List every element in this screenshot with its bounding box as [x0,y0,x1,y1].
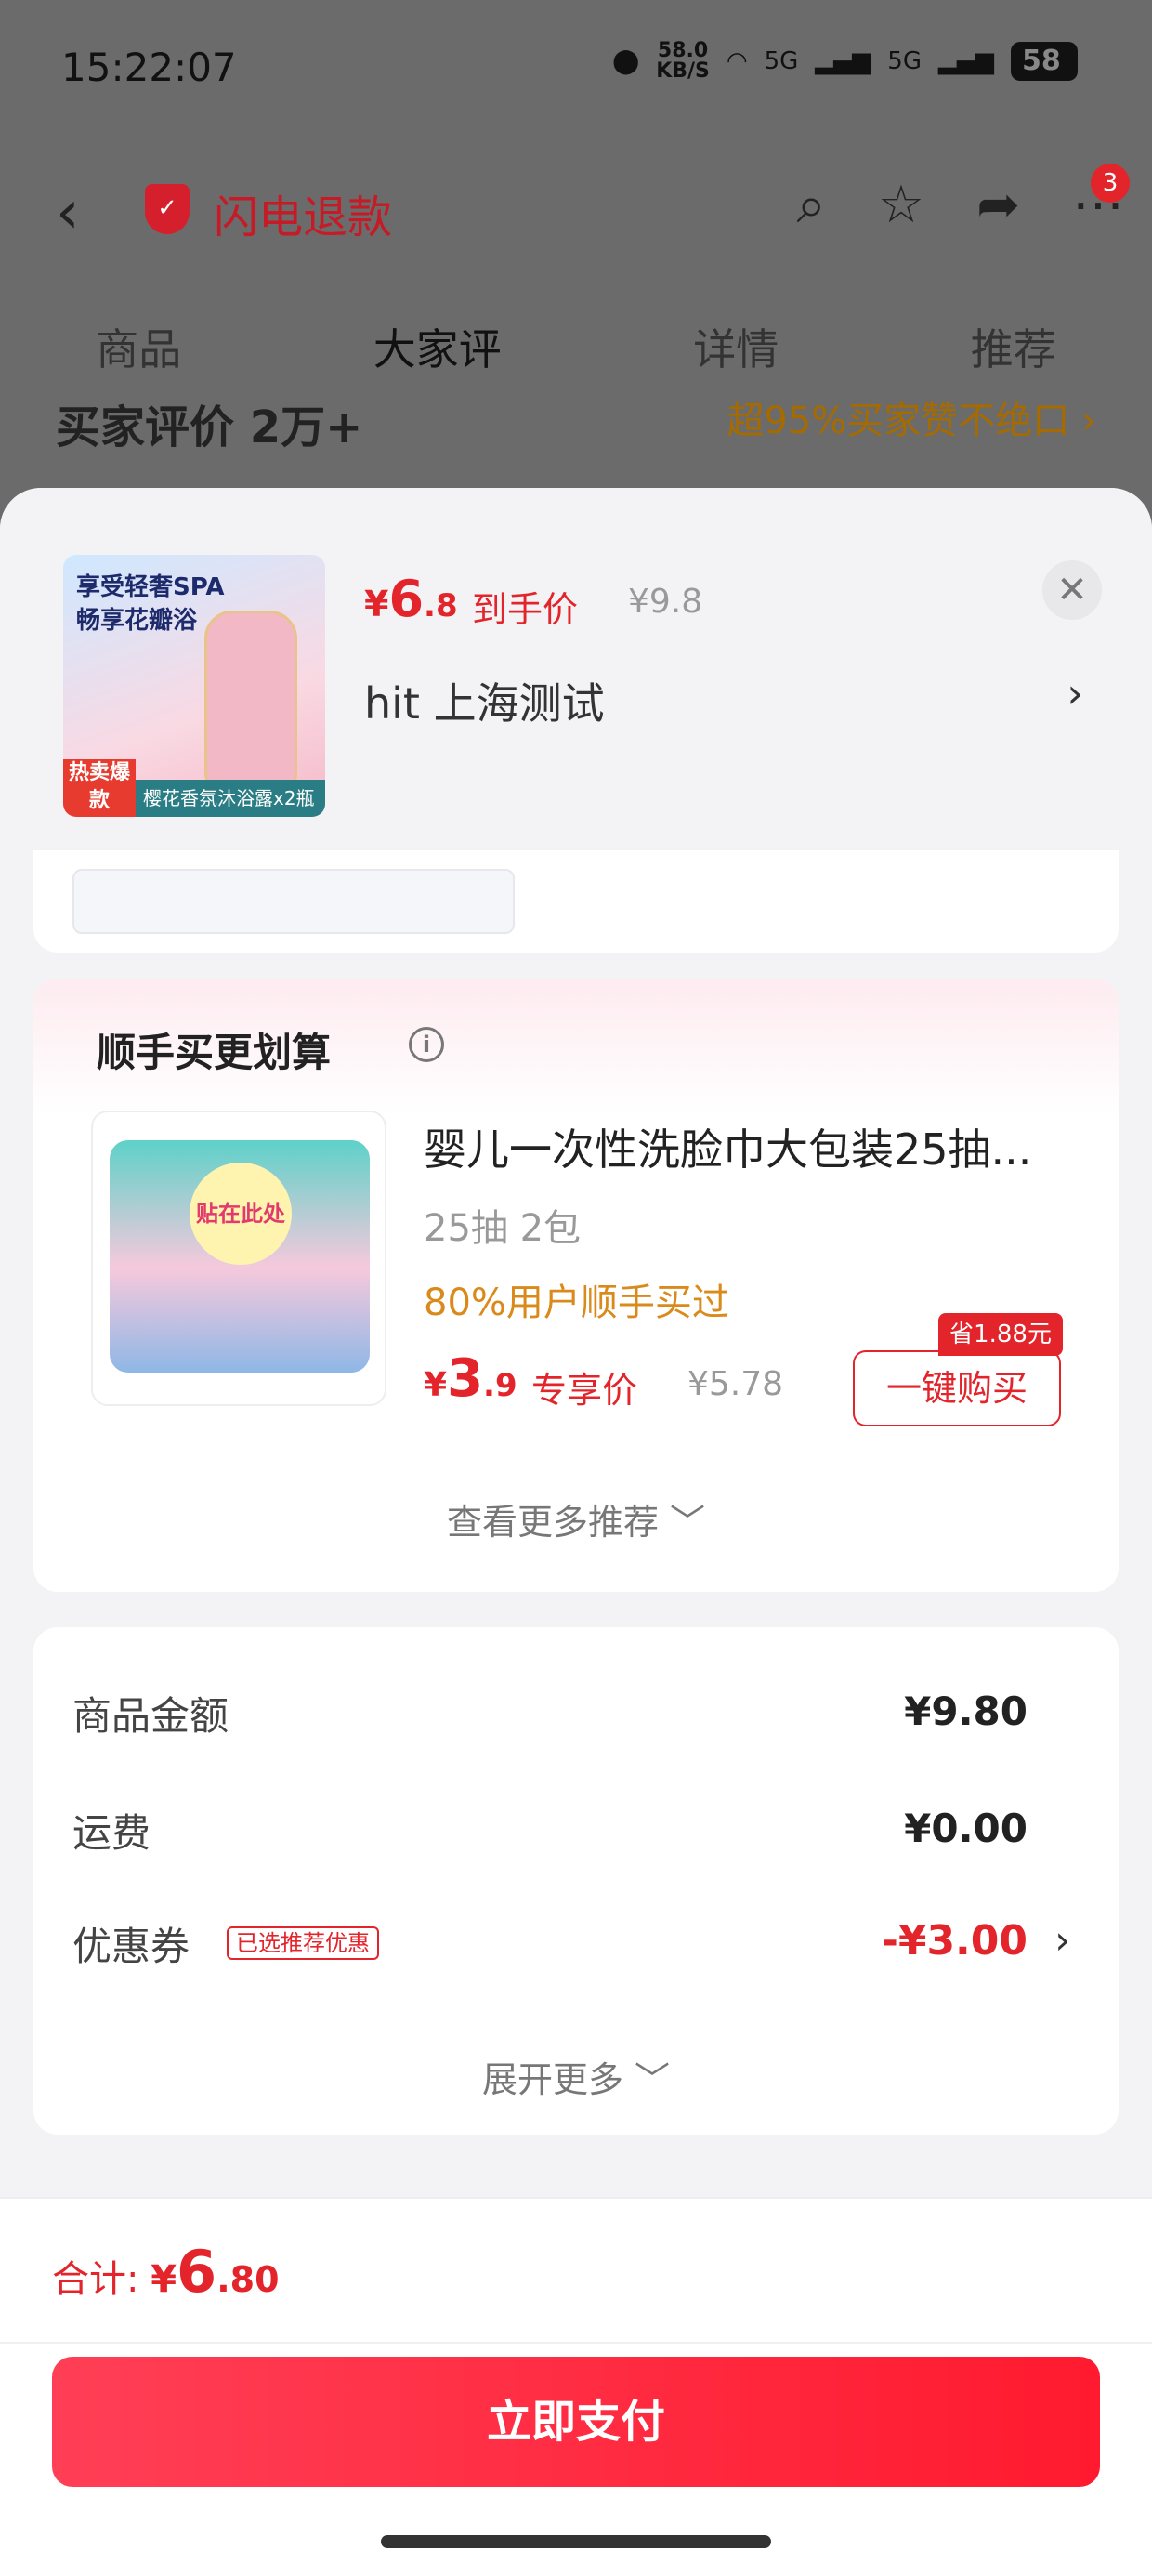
shield-check-icon: ✓ [145,184,190,234]
battery-icon: 58 [1011,42,1078,81]
bundle-item-spec: 25抽 2包 [424,1207,582,1250]
back-arrow-icon[interactable]: ‹ [56,178,80,247]
close-icon[interactable]: ✕ [1042,560,1102,620]
bundle-item-thumbnail[interactable]: 贴在此处 [91,1111,386,1406]
shipping-label: 运费 [72,1810,151,1856]
tab-details[interactable]: 详情 [693,316,779,377]
shipping-value: ¥0.00 [904,1806,1028,1851]
coupon-value[interactable]: -¥3.00 [882,1917,1028,1965]
product-thumbnail: 享受轻奢SPA 畅享花瓣浴 热卖爆款 樱花香氛沐浴露x2瓶 [63,555,325,817]
nav-actions: ⌕ ☆ ➦ ⋯ [797,175,1125,236]
hot-seller-badge: 热卖爆款 [63,759,136,817]
goods-amount-value: ¥9.80 [904,1689,1028,1734]
bundle-card: 顺手买更划算 i 贴在此处 婴儿一次性洗脸巾大包装25抽... 25抽 2包 8… [33,979,1119,1592]
thumb-line-2: 畅享花瓣浴 [76,607,198,635]
signal-bars-icon-2: ▂▄▆ [938,47,994,75]
amount-summary-card: 商品金额 ¥9.80 运费 ¥0.00 优惠券 已选推荐优惠 -¥3.00 › … [33,1627,1119,2135]
coupon-recommended-tag: 已选推荐优惠 [227,1926,379,1960]
coupon-label: 优惠券 [72,1924,190,1969]
selected-variant[interactable]: hit 上海测试 [364,670,605,731]
tab-product[interactable]: 商品 [96,316,181,377]
bundle-price: ¥3.9 [424,1348,517,1409]
review-praise-peek: 超95%买家赞不绝口 › [727,400,1096,442]
see-more-recommendations[interactable]: 查看更多推荐 ﹀ [33,1493,1119,1544]
bundle-price-label: 专享价 [531,1370,638,1411]
product-tabs: 商品 大家评 详情 推荐 [0,316,1152,377]
review-count-peek: 买家评价 2万+ [56,401,363,453]
pack-label: 贴在此处 [190,1163,292,1265]
final-price-label: 到手价 [472,589,579,630]
savings-badge: 省1.88元 [938,1313,1063,1356]
tab-reviews[interactable]: 大家评 [373,316,502,377]
goods-amount-label: 商品金额 [72,1693,229,1739]
chevron-right-icon[interactable]: › [1067,670,1083,717]
signal-bars-icon: ▂▄▆ [815,47,871,75]
product-navbar: ‹ ✓ 闪电退款 ⌕ ☆ ➦ ⋯ 3 [0,158,1152,260]
expand-more[interactable]: 展开更多 ﹀ [33,2051,1119,2102]
flash-refund-label: 闪电退款 [214,191,393,243]
bottle-image [204,611,297,787]
thumb-line-1: 享受轻奢SPA [76,573,225,601]
signal-5g-icon: 5G [764,47,799,75]
signal-5g-icon-2: 5G [887,47,922,75]
clock: 15:22:07 [61,45,237,90]
one-click-buy-button[interactable]: 一键购买 [853,1350,1061,1426]
option-chip[interactable] [72,869,515,934]
home-indicator[interactable] [381,2535,771,2548]
info-icon[interactable]: i [409,1027,444,1062]
chevron-right-icon[interactable]: › [1054,1917,1070,1963]
star-icon[interactable]: ☆ [878,175,924,236]
tab-recommend[interactable]: 推荐 [971,316,1056,377]
share-icon[interactable]: ➦ [976,175,1020,236]
thumb-caption: 樱花香氛沐浴露x2瓶 [136,780,325,817]
pay-now-button[interactable]: 立即支付 [52,2357,1100,2487]
bundle-title: 顺手买更划算 [97,1030,332,1075]
status-icons: ⬤ 58.0 KB/S ◠ 5G ▂▄▆ 5G ▂▄▆ 58 [612,41,1078,82]
wifi-icon: ◠ [726,47,748,75]
bundle-social-proof: 80%用户顺手买过 [424,1281,729,1324]
bundle-item-name[interactable]: 婴儿一次性洗脸巾大包装25抽... [424,1116,1083,1177]
status-bar: 15:22:07 ⬤ 58.0 KB/S ◠ 5G ▂▄▆ 5G ▂▄▆ 58 [0,0,1152,139]
order-total: 合计: ¥6.80 [52,2238,280,2306]
checkout-footer: 合计: ¥6.80 立即支付 [0,2197,1152,2576]
location-icon: ⬤ [612,47,640,75]
bundle-original-price: ¥5.78 [687,1365,784,1403]
sheet-header: 享受轻奢SPA 畅享花瓣浴 热卖爆款 樱花香氛沐浴露x2瓶 ¥6.8 到手价 ¥… [0,488,1152,850]
search-icon[interactable]: ⌕ [797,175,826,236]
original-price: ¥9.8 [628,583,703,621]
divider [0,2342,1152,2344]
network-speed: 58.0 KB/S [656,39,710,83]
final-price: ¥6.8 [364,570,458,628]
notification-badge: 3 [1091,164,1130,203]
